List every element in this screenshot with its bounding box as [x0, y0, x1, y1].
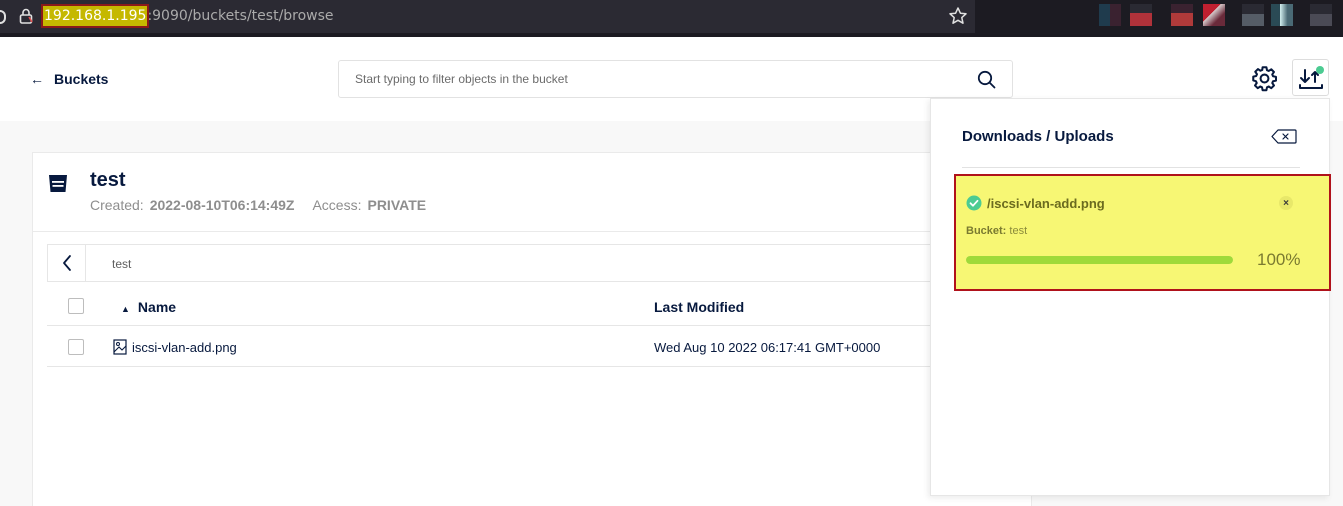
transfer-bucket: Bucket: test	[966, 225, 1027, 237]
url-host: 192.168.1.195	[40, 4, 150, 28]
download-upload-icon	[1299, 69, 1323, 89]
file-last-modified: Wed Aug 10 2022 06:17:41 GMT+0000	[654, 340, 881, 355]
search-icon[interactable]	[977, 70, 996, 89]
url-path: :9090/buckets/test/browse	[147, 8, 334, 24]
table-row[interactable]: iscsi-vlan-add.png Wed Aug 10 2022 06:17…	[47, 327, 1037, 367]
downloads-uploads-button[interactable]	[1292, 59, 1329, 96]
transfer-file-name: /iscsi-vlan-add.png	[987, 196, 1105, 211]
arrow-left-icon: ←	[30, 71, 44, 87]
table-header: ▲ Name Last Modified	[47, 286, 1037, 326]
bucket-browser-card: test Created: 2022-08-10T06:14:49Z Access:…	[32, 152, 1037, 506]
breadcrumb-back-button[interactable]	[48, 245, 86, 281]
breadcrumb: test	[47, 244, 1037, 282]
access-value: PRIVATE	[367, 197, 427, 213]
transfer-item: /iscsi-vlan-add.png × Bucket: test 100%	[954, 174, 1331, 291]
object-filter-search[interactable]	[338, 60, 1013, 98]
created-label: Created:	[90, 197, 144, 213]
check-circle-icon	[966, 195, 982, 211]
progress-fill	[966, 256, 1233, 264]
search-input[interactable]	[339, 61, 939, 97]
close-panel-icon[interactable]	[1271, 129, 1297, 144]
shield-icon[interactable]	[0, 10, 6, 24]
row-checkbox[interactable]	[68, 339, 84, 355]
bucket-label: Bucket:	[966, 225, 1007, 237]
file-name-text: iscsi-vlan-add.png	[132, 339, 237, 355]
panel-title: Downloads / Uploads	[962, 128, 1114, 145]
breadcrumb-path[interactable]: test	[112, 257, 131, 271]
address-field[interactable]: 192.168.1.195:9090/buckets/test/browse	[0, 0, 975, 33]
extension-icon[interactable]	[1130, 4, 1152, 26]
back-label: Buckets	[54, 71, 109, 87]
transfer-progress-bar	[966, 256, 1233, 264]
transfer-percent: 100%	[1257, 250, 1301, 269]
extension-icon[interactable]	[1242, 4, 1264, 26]
file-name-cell[interactable]: iscsi-vlan-add.png	[113, 339, 237, 355]
access-label: Access:	[312, 197, 362, 213]
settings-gear-icon[interactable]	[1251, 65, 1278, 92]
back-to-buckets-link[interactable]: ← Buckets	[30, 71, 108, 87]
lock-icon[interactable]	[19, 8, 33, 24]
extension-icon[interactable]	[1203, 4, 1225, 26]
image-file-icon	[113, 339, 127, 355]
active-transfer-indicator	[1316, 66, 1324, 74]
bucket-metadata: Created: 2022-08-10T06:14:49Z Access: PRIVA…	[90, 197, 444, 213]
browser-url-bar: 192.168.1.195:9090/buckets/test/browse	[0, 0, 1343, 37]
sort-ascending-icon: ▲	[121, 304, 130, 314]
extension-icon[interactable]	[1310, 4, 1332, 26]
chevron-left-icon	[62, 255, 71, 271]
column-header-name[interactable]: ▲ Name	[121, 299, 176, 315]
downloads-uploads-panel: Downloads / Uploads /iscsi-vlan-add.png …	[930, 98, 1331, 496]
url-text[interactable]: 192.168.1.195:9090/buckets/test/browse	[40, 4, 334, 28]
bucket-icon	[49, 175, 67, 192]
created-value: 2022-08-10T06:14:49Z	[149, 197, 295, 213]
extension-icon[interactable]	[1099, 4, 1121, 26]
extension-icon[interactable]	[1271, 4, 1293, 26]
divider	[33, 231, 1033, 232]
select-all-checkbox[interactable]	[68, 298, 84, 314]
divider	[962, 167, 1300, 168]
extension-icon[interactable]	[1171, 4, 1193, 26]
remove-transfer-button[interactable]: ×	[1279, 196, 1293, 210]
bucket-value: test	[1009, 225, 1028, 237]
bucket-title: test	[90, 169, 126, 191]
column-header-last-modified[interactable]: Last Modified	[654, 299, 744, 315]
bookmark-star-icon[interactable]	[948, 6, 968, 26]
column-name-label: Name	[137, 299, 177, 315]
